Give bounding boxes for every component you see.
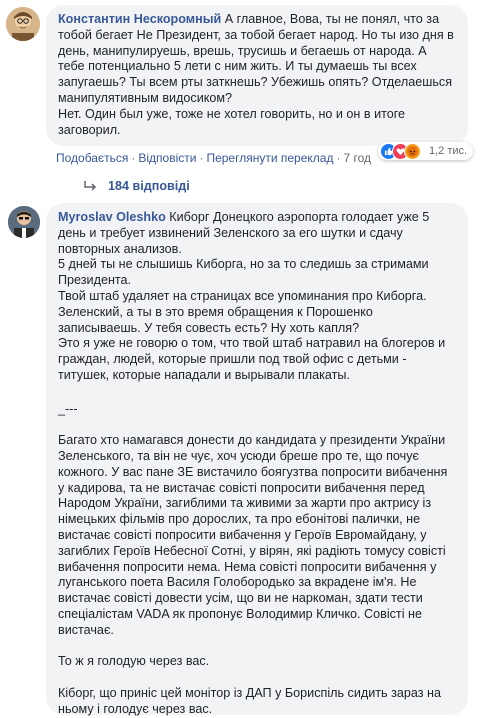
replies-count-label[interactable]: 184 відповіді — [108, 179, 190, 193]
reply-arrow-icon — [84, 181, 97, 191]
comment-text: Myroslav Oleshko Киборг Донецкого аэропо… — [58, 210, 456, 257]
comment-paragraph: То ж я голодую через вас. — [58, 654, 210, 669]
view-replies-link[interactable]: 184 відповіді — [84, 179, 190, 193]
comment-actions: Подобається · Відповісти · Переглянути перек… — [56, 150, 371, 166]
reactions-summary[interactable]: 1,2 тис. — [378, 142, 474, 160]
comment-bubble: Myroslav Oleshko Киборг Донецкого аэропо… — [46, 203, 468, 716]
comment-author[interactable]: Константин Нескоромный — [58, 12, 221, 26]
comment-bubble: Константин Нескоромный А главное, Вова, … — [46, 5, 468, 147]
avatar-portrait-icon — [6, 7, 40, 41]
separator-dot: · — [199, 151, 204, 165]
comment-line: Зеленский, а ты в это время обращения к … — [58, 304, 373, 335]
comment-body-continued: Нет. Один был уже, тоже не хотел говорит… — [58, 106, 406, 137]
angry-reaction-icon — [404, 142, 421, 160]
avatar-portrait-icon — [8, 206, 40, 238]
like-link[interactable]: Подобається — [56, 151, 128, 165]
see-translation-link[interactable]: Переглянути переклад — [206, 151, 333, 165]
comment-separator: _--- — [58, 401, 78, 416]
avatar[interactable] — [6, 7, 40, 41]
reactions-count: 1,2 тис. — [429, 145, 468, 157]
comment-line: Твой штаб удаляет на страницах все упоми… — [58, 288, 427, 303]
reply-link[interactable]: Відповісти — [138, 151, 196, 165]
separator-dot: · — [336, 151, 341, 165]
comment-paragraph: Багато хто намагався донести до кандидат… — [58, 433, 448, 637]
comment-line: Это я уже не говорю о том, что твой штаб… — [58, 336, 446, 382]
comment-timestamp[interactable]: 7 год — [343, 151, 371, 165]
comment-paragraph: Кіборг, що приніс цей монітор із ДАП у Б… — [58, 685, 441, 716]
comment-text: Константин Нескоромный А главное, Вова, … — [58, 12, 456, 107]
comment-author[interactable]: Myroslav Oleshko — [58, 210, 166, 224]
comment-line: 5 дней ты не слышишь Киборга, но за то с… — [58, 257, 429, 288]
separator-dot: · — [131, 151, 136, 165]
avatar[interactable] — [8, 206, 40, 238]
